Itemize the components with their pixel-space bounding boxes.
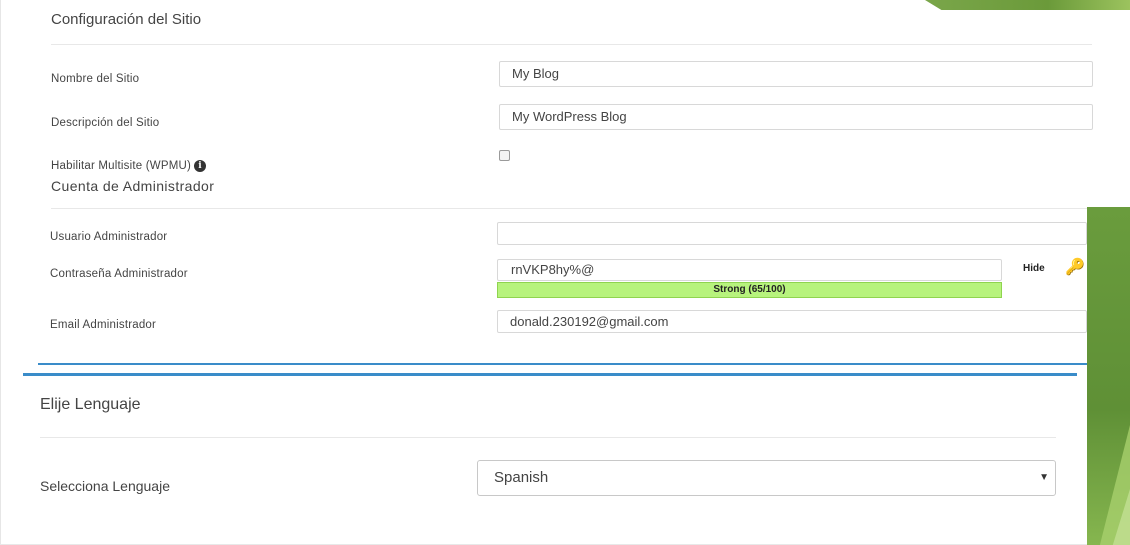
admin-email-input[interactable]: donald.230192@gmail.com [497,310,1087,333]
hide-password-link[interactable]: Hide [1023,263,1045,274]
admin-password-label: Contraseña Administrador [50,268,188,280]
site-description-label: Descripción del Sitio [51,117,160,129]
language-divider [40,437,1056,438]
admin-username-label: Usuario Administrador [50,231,168,243]
section-separator-bottom [23,373,1077,376]
language-select[interactable]: Spanish ▼ [477,460,1056,496]
key-icon[interactable]: 🔑 [1065,257,1085,277]
site-config-title: Configuración del Sitio [51,11,202,28]
info-icon[interactable]: i [194,160,207,172]
panel-edge [0,0,1,545]
language-selected-value: Spanish [494,469,549,486]
site-config-divider [51,44,1092,45]
multisite-checkbox[interactable] [499,150,510,161]
language-select-label: Selecciona Lenguaje [40,478,170,494]
decorative-banner-right [1087,207,1130,545]
admin-password-input[interactable]: rnVKP8hy%@ [497,259,1002,281]
section-separator-top [38,363,1087,365]
admin-email-label: Email Administrador [50,319,157,331]
site-name-input[interactable]: My Blog [499,61,1093,87]
admin-username-input[interactable] [497,222,1087,245]
site-description-input[interactable]: My WordPress Blog [499,104,1093,130]
multisite-label-text: Habilitar Multisite (WPMU) [51,160,192,173]
language-title: Elije Lenguaje [40,396,141,413]
decorative-banner-top [925,0,1130,10]
admin-account-divider [51,208,1087,209]
admin-account-title: Cuenta de Administrador [51,178,215,194]
multisite-label: Habilitar Multisite (WPMU) i [51,160,207,173]
site-name-label: Nombre del Sitio [51,73,140,85]
chevron-down-icon: ▼ [1039,472,1049,483]
password-strength-meter: Strong (65/100) [497,282,1002,298]
